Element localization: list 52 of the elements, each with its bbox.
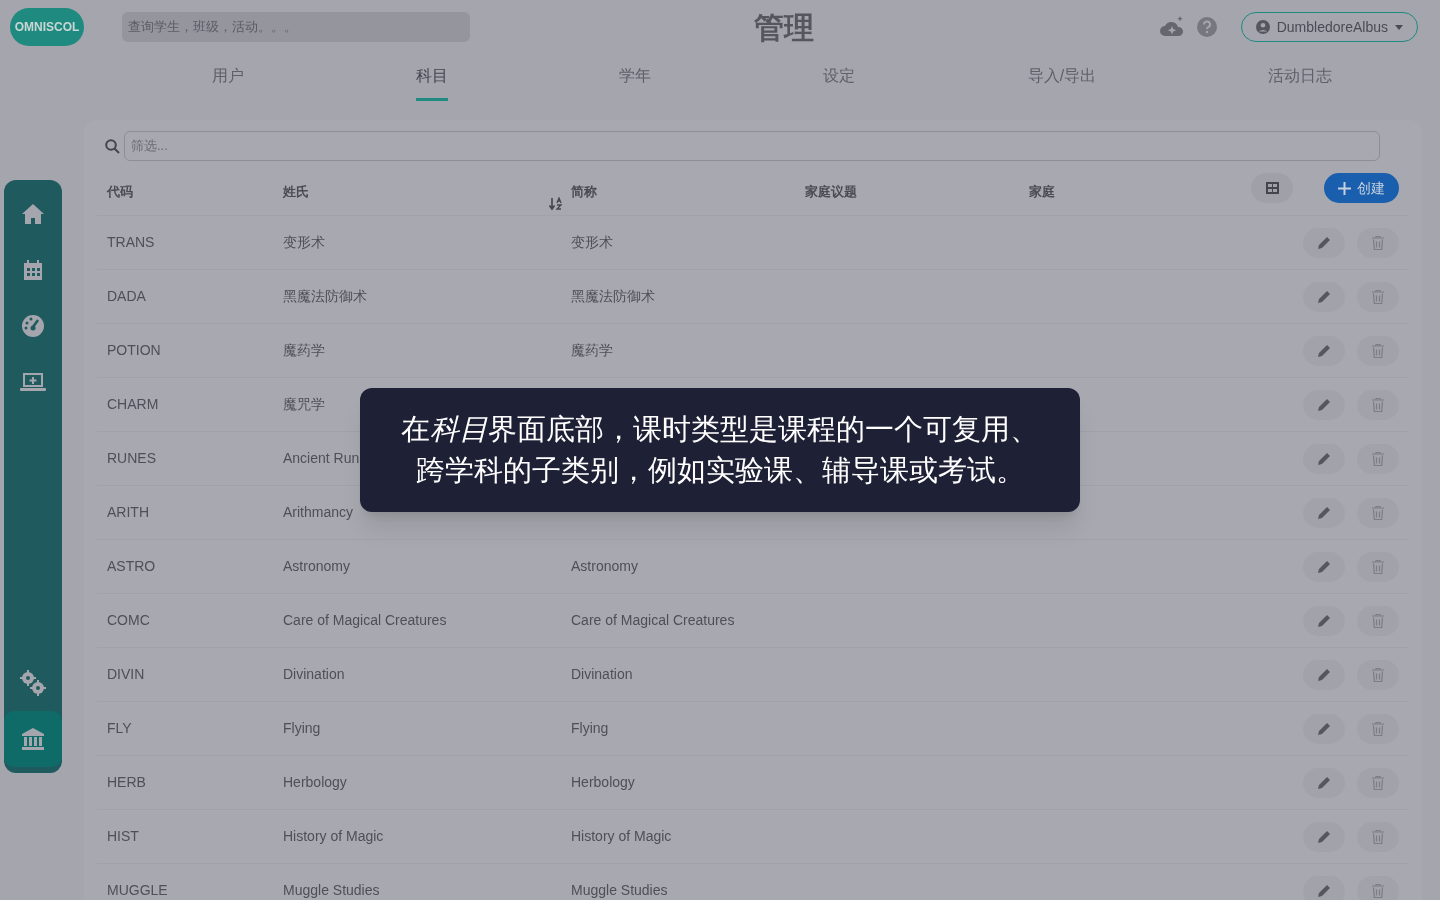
table-cell: HERB [107, 774, 146, 790]
logo[interactable]: OMNISCOL [10, 8, 84, 46]
table-cell: DADA [107, 288, 146, 304]
table-cell: FLY [107, 720, 132, 736]
table-cell: Care of Magical Creatures [283, 612, 447, 628]
table-cell: Arithmancy [283, 504, 354, 520]
tab[interactable]: 活动日志 [1268, 64, 1332, 101]
table-cell: 黑魔法防御术 [283, 288, 367, 304]
table-cell: Muggle Studies [283, 882, 380, 898]
tab[interactable]: 学年 [619, 64, 651, 101]
table-cell: Flying [283, 720, 321, 736]
table-cell: Astronomy [283, 558, 350, 574]
tab[interactable]: 用户 [212, 64, 244, 101]
table-cell: CHARM [107, 396, 159, 412]
table-cell: 魔咒学 [283, 396, 325, 412]
table-cell: MUGGLE [107, 882, 168, 898]
table-cell: ARITH [107, 504, 149, 520]
table-cell: 变形术 [283, 234, 325, 250]
table-cell: Herbology [283, 774, 347, 790]
table-cell: Muggle Studies [571, 882, 668, 898]
tab[interactable]: 科目 [416, 64, 448, 101]
column-header[interactable]: 简称 [571, 184, 597, 199]
column-header[interactable]: 代码 [107, 184, 133, 199]
table-cell: 魔药学 [571, 342, 613, 358]
table-cell: TRANS [107, 234, 155, 250]
table-cell: HIST [107, 828, 139, 844]
table-cell: History of Magic [283, 828, 384, 844]
filter-field[interactable]: 筛选... [124, 131, 1380, 161]
table-cell: ASTRO [107, 558, 156, 574]
table-cell: COMC [107, 612, 150, 628]
tab[interactable]: 设定 [823, 64, 855, 101]
tab[interactable]: 导入/导出 [1027, 64, 1097, 101]
table-cell: POTION [107, 342, 161, 358]
caption-text: 在科目界面底部，课时类型是课程的一个可复用、跨学科的子类别，例如实验课、辅导课或考试。 [400, 411, 1040, 489]
create-button[interactable]: 创建 [1324, 173, 1399, 203]
table-cell: RUNES [107, 450, 156, 466]
table-cell: Care of Magical Creatures [571, 612, 735, 628]
table-cell: 黑魔法防御术 [571, 288, 655, 304]
column-header[interactable]: 家庭议题 [805, 184, 857, 199]
table-cell: 变形术 [571, 234, 613, 250]
column-header[interactable]: 姓氏 [283, 184, 309, 199]
table-cell: Herbology [571, 774, 635, 790]
table-cell: DIVIN [107, 666, 145, 682]
table-cell: 魔药学 [283, 342, 325, 358]
column-header[interactable]: 家庭 [1029, 184, 1055, 199]
table-cell: Flying [571, 720, 609, 736]
page-title: 管理 [754, 9, 815, 46]
table-cell: History of Magic [571, 828, 672, 844]
table-cell: Ancient Run [283, 450, 360, 466]
table-cell: Divination [283, 666, 345, 682]
table-cell: Astronomy [571, 558, 638, 574]
table-cell: Divination [571, 666, 633, 682]
